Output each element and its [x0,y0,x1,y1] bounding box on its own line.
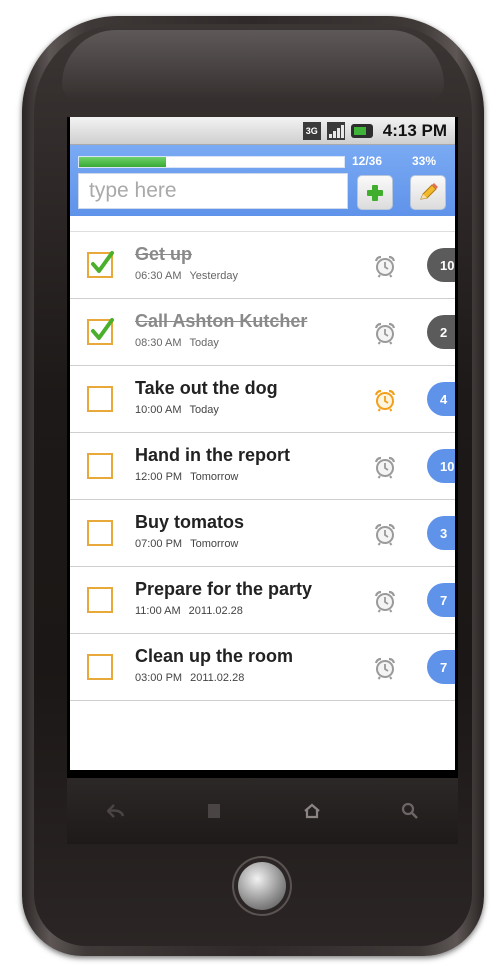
task-day: 2011.02.28 [188,605,243,617]
checkmark-icon [91,318,114,340]
task-count-badge[interactable]: 2 [427,315,455,349]
task-count-badge[interactable]: 4 [427,382,455,416]
task-meta: 07:00 PM Tomorrow [135,538,238,550]
task-time: 06:30 AM [135,270,182,282]
task-count-badge[interactable]: 7 [427,583,455,617]
task-day: Today [189,337,219,349]
task-title: Clean up the room [135,646,294,666]
task-meta: 03:00 PM 2011.02.28 [135,672,244,684]
task-title: Buy tomatos [135,512,245,532]
back-icon [107,804,125,818]
task-row[interactable]: Clean up the room 03:00 PM 2011.02.28 7 [70,634,455,701]
task-checkbox[interactable] [87,453,113,479]
task-checkbox[interactable] [87,251,114,278]
task-checkbox[interactable] [87,587,113,613]
alarm-clock-icon[interactable] [373,522,397,546]
task-meta: 12:00 PM Tomorrow [135,471,238,483]
task-time: 07:00 PM [135,538,183,550]
network-label: 3G [305,126,318,136]
task-count-badge[interactable]: 3 [427,516,455,550]
alarm-clock-icon[interactable] [373,254,397,278]
task-count: 4 [440,391,448,407]
task-title: Call Ashton Kutcher [135,311,308,331]
task-list: Get up 06:30 AM Yesterday 10 Call Ashton Kut… [70,231,455,701]
task-count: 7 [440,659,448,675]
task-row[interactable]: Call Ashton Kutcher 08:30 AM Today 2 [70,299,455,366]
task-meta: 11:00 AM 2011.02.28 [135,605,243,617]
task-count: 3 [440,525,448,541]
add-task-button[interactable] [357,175,393,210]
task-title: Hand in the report [135,445,291,465]
task-checkbox[interactable] [87,386,113,412]
nav-menu-button[interactable] [165,778,263,844]
status-clock: 4:13 PM [382,121,447,140]
task-title: Prepare for the party [135,579,313,599]
task-meta: 08:30 AM Today [135,337,219,349]
task-row[interactable]: Get up 06:30 AM Yesterday 10 [70,231,455,299]
status-bar: 3G 4:13 PM [70,117,455,145]
new-task-input[interactable] [78,173,348,209]
nav-home-button[interactable] [263,778,361,844]
trackball-button[interactable] [238,862,286,910]
task-checkbox[interactable] [87,654,113,680]
task-row[interactable]: Hand in the report 12:00 PM Tomorrow 10 [70,433,455,500]
status-icons: 3G 4:13 PM [302,121,447,141]
plus-icon [367,184,383,201]
checkmark-icon [91,251,114,273]
task-row[interactable]: Take out the dog 10:00 AM Today 4 [70,366,455,433]
task-time: 03:00 PM [135,672,183,684]
task-day: Tomorrow [190,538,239,550]
task-day: Tomorrow [190,471,239,483]
progress-count: 12/36 [352,154,383,168]
task-header-panel: 12/36 33% [70,145,455,216]
search-icon [401,802,418,819]
task-count: 7 [440,592,448,608]
network-3g-icon: 3G [302,122,321,140]
task-time: 08:30 AM [135,337,182,349]
nav-search-button[interactable] [361,778,459,844]
alarm-clock-icon[interactable] [373,321,397,345]
progress-fill [79,157,167,167]
pencil-icon [420,182,438,200]
alarm-clock-icon[interactable] [373,656,397,680]
phone-gloss [62,30,444,100]
alarm-clock-icon[interactable] [373,388,397,412]
task-title: Take out the dog [135,378,278,398]
alarm-clock-icon[interactable] [373,455,397,479]
edit-button[interactable] [410,175,446,210]
task-count: 2 [440,324,448,340]
task-row[interactable]: Buy tomatos 07:00 PM Tomorrow 3 [70,500,455,567]
progress-percent: 33% [412,154,437,168]
nav-back-button[interactable] [67,778,165,844]
task-count-badge[interactable]: 10 [427,449,455,483]
task-count-badge[interactable]: 10 [427,248,455,282]
task-count-badge[interactable]: 7 [427,650,455,684]
task-day: Today [189,404,219,416]
home-icon [304,803,320,819]
task-meta: 06:30 AM Yesterday [135,270,238,282]
task-row[interactable]: Prepare for the party 11:00 AM 2011.02.28 7 [70,567,455,634]
phone-screen: 3G 4:13 PM 12/36 33% type here Get up 06… [67,117,458,778]
signal-icon [326,122,345,140]
task-meta: 10:00 AM Today [135,404,219,416]
app-display: 3G 4:13 PM 12/36 33% type here Get up 06… [70,117,455,770]
navigation-bar [67,778,458,844]
alarm-clock-icon[interactable] [373,589,397,613]
menu-icon [208,804,220,818]
task-checkbox[interactable] [87,318,114,345]
task-count: 10 [440,257,455,273]
task-time: 12:00 PM [135,471,183,483]
task-count: 10 [440,458,455,474]
task-checkbox[interactable] [87,520,113,546]
progress-bar [78,156,345,168]
task-title: Get up [135,244,192,264]
task-day: 2011.02.28 [190,672,245,684]
task-time: 10:00 AM [135,404,182,416]
task-day: Yesterday [189,270,239,282]
battery-icon [350,124,373,138]
task-time: 11:00 AM [135,605,181,617]
